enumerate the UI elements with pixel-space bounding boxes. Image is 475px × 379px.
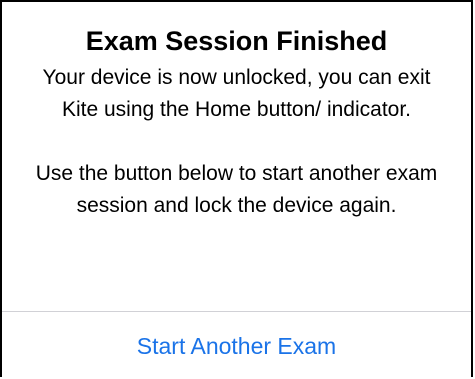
dialog-message-unlocked: Your device is now unlocked, you can exi…	[42, 66, 431, 121]
dialog-message: Your device is now unlocked, you can exi…	[26, 62, 447, 222]
dialog-content: Exam Session Finished Your device is now…	[2, 24, 471, 222]
start-another-exam-button[interactable]: Start Another Exam	[2, 312, 471, 379]
dialog-title: Exam Session Finished	[85, 26, 388, 56]
dialog-message-start-another: Use the button below to start another ex…	[35, 162, 438, 217]
exam-finished-dialog: Exam Session Finished Your device is now…	[0, 0, 473, 377]
